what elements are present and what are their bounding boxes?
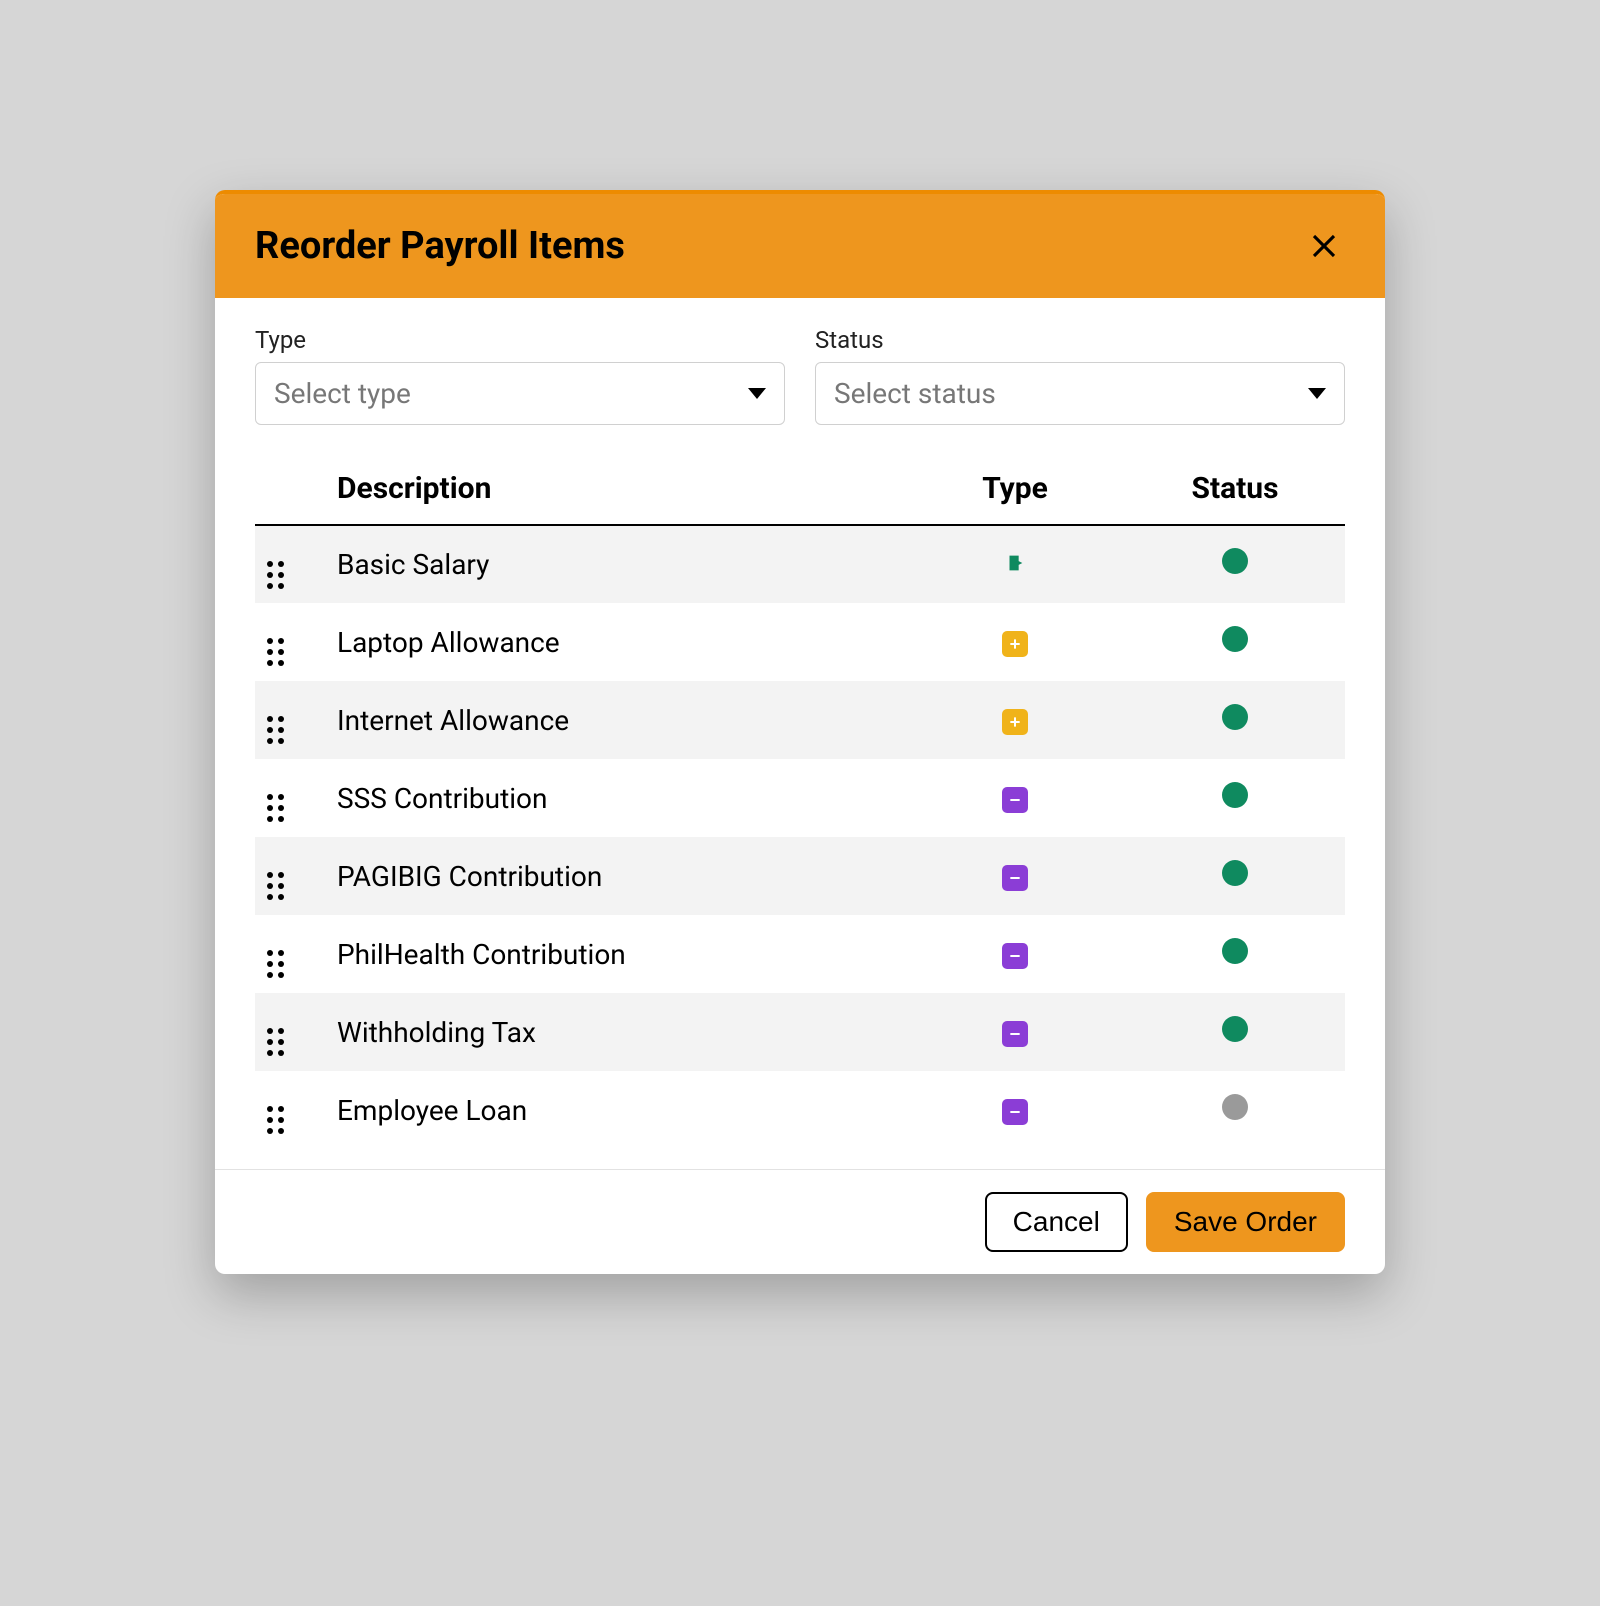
row-type — [905, 837, 1125, 915]
row-status — [1125, 1071, 1345, 1149]
status-filter-label: Status — [815, 326, 1345, 354]
table-row[interactable]: Basic Salary — [255, 525, 1345, 603]
row-type — [905, 603, 1125, 681]
reorder-payroll-modal: Reorder Payroll Items Type Select type S… — [215, 190, 1385, 1274]
cancel-button[interactable]: Cancel — [985, 1192, 1128, 1252]
modal-header: Reorder Payroll Items — [215, 194, 1385, 298]
modal-title: Reorder Payroll Items — [255, 224, 625, 268]
drag-handle-icon[interactable] — [267, 716, 284, 744]
row-status — [1125, 525, 1345, 603]
drag-handle-icon[interactable] — [267, 638, 284, 666]
caret-down-icon — [1308, 388, 1326, 399]
save-order-button[interactable]: Save Order — [1146, 1192, 1345, 1252]
row-status — [1125, 681, 1345, 759]
type-plus-icon — [1002, 631, 1028, 657]
table-row[interactable]: PAGIBIG Contribution — [255, 837, 1345, 915]
status-active-icon — [1222, 548, 1248, 574]
row-status — [1125, 993, 1345, 1071]
row-type — [905, 525, 1125, 603]
type-minus-icon — [1002, 1021, 1028, 1047]
payroll-items-table: Description Type Status Basic Salary Lap… — [255, 449, 1345, 1149]
type-select[interactable]: Select type — [255, 362, 785, 425]
row-type — [905, 759, 1125, 837]
status-active-icon — [1222, 938, 1248, 964]
type-filter-label: Type — [255, 326, 785, 354]
drag-handle-icon[interactable] — [267, 950, 284, 978]
col-handle-header — [255, 449, 325, 525]
status-active-icon — [1222, 626, 1248, 652]
row-description: Laptop Allowance — [325, 603, 905, 681]
type-select-placeholder: Select type — [274, 377, 411, 410]
drag-handle-icon[interactable] — [267, 561, 284, 589]
caret-down-icon — [748, 388, 766, 399]
row-status — [1125, 603, 1345, 681]
type-minus-icon — [1002, 943, 1028, 969]
row-description: Internet Allowance — [325, 681, 905, 759]
col-status-header: Status — [1125, 449, 1345, 525]
status-active-icon — [1222, 860, 1248, 886]
row-type — [905, 1071, 1125, 1149]
row-description: Employee Loan — [325, 1071, 905, 1149]
table-row[interactable]: SSS Contribution — [255, 759, 1345, 837]
drag-handle-icon[interactable] — [267, 1028, 284, 1056]
row-status — [1125, 837, 1345, 915]
row-type — [905, 681, 1125, 759]
row-description: Withholding Tax — [325, 993, 905, 1071]
close-icon — [1309, 231, 1339, 261]
table-row[interactable]: Laptop Allowance — [255, 603, 1345, 681]
table-wrap: Description Type Status Basic Salary Lap… — [215, 449, 1385, 1169]
type-plus-icon — [1002, 709, 1028, 735]
close-button[interactable] — [1303, 225, 1345, 267]
drag-handle-icon[interactable] — [267, 872, 284, 900]
table-row[interactable]: PhilHealth Contribution — [255, 915, 1345, 993]
type-filter-group: Type Select type — [255, 326, 785, 425]
row-type — [905, 915, 1125, 993]
row-description: Basic Salary — [325, 525, 905, 603]
type-minus-icon — [1002, 787, 1028, 813]
table-row[interactable]: Internet Allowance — [255, 681, 1345, 759]
type-basic-icon — [1002, 550, 1028, 576]
row-type — [905, 993, 1125, 1071]
col-type-header: Type — [905, 449, 1125, 525]
status-filter-group: Status Select status — [815, 326, 1345, 425]
table-row[interactable]: Employee Loan — [255, 1071, 1345, 1149]
status-active-icon — [1222, 704, 1248, 730]
row-description: PhilHealth Contribution — [325, 915, 905, 993]
type-minus-icon — [1002, 865, 1028, 891]
col-description-header: Description — [325, 449, 905, 525]
status-active-icon — [1222, 1016, 1248, 1042]
row-status — [1125, 915, 1345, 993]
status-select-placeholder: Select status — [834, 377, 996, 410]
type-minus-icon — [1002, 1099, 1028, 1125]
status-active-icon — [1222, 782, 1248, 808]
drag-handle-icon[interactable] — [267, 794, 284, 822]
table-row[interactable]: Withholding Tax — [255, 993, 1345, 1071]
status-inactive-icon — [1222, 1094, 1248, 1120]
status-select[interactable]: Select status — [815, 362, 1345, 425]
drag-handle-icon[interactable] — [267, 1106, 284, 1134]
row-description: SSS Contribution — [325, 759, 905, 837]
row-description: PAGIBIG Contribution — [325, 837, 905, 915]
modal-footer: Cancel Save Order — [215, 1169, 1385, 1274]
filters-row: Type Select type Status Select status — [215, 298, 1385, 449]
row-status — [1125, 759, 1345, 837]
